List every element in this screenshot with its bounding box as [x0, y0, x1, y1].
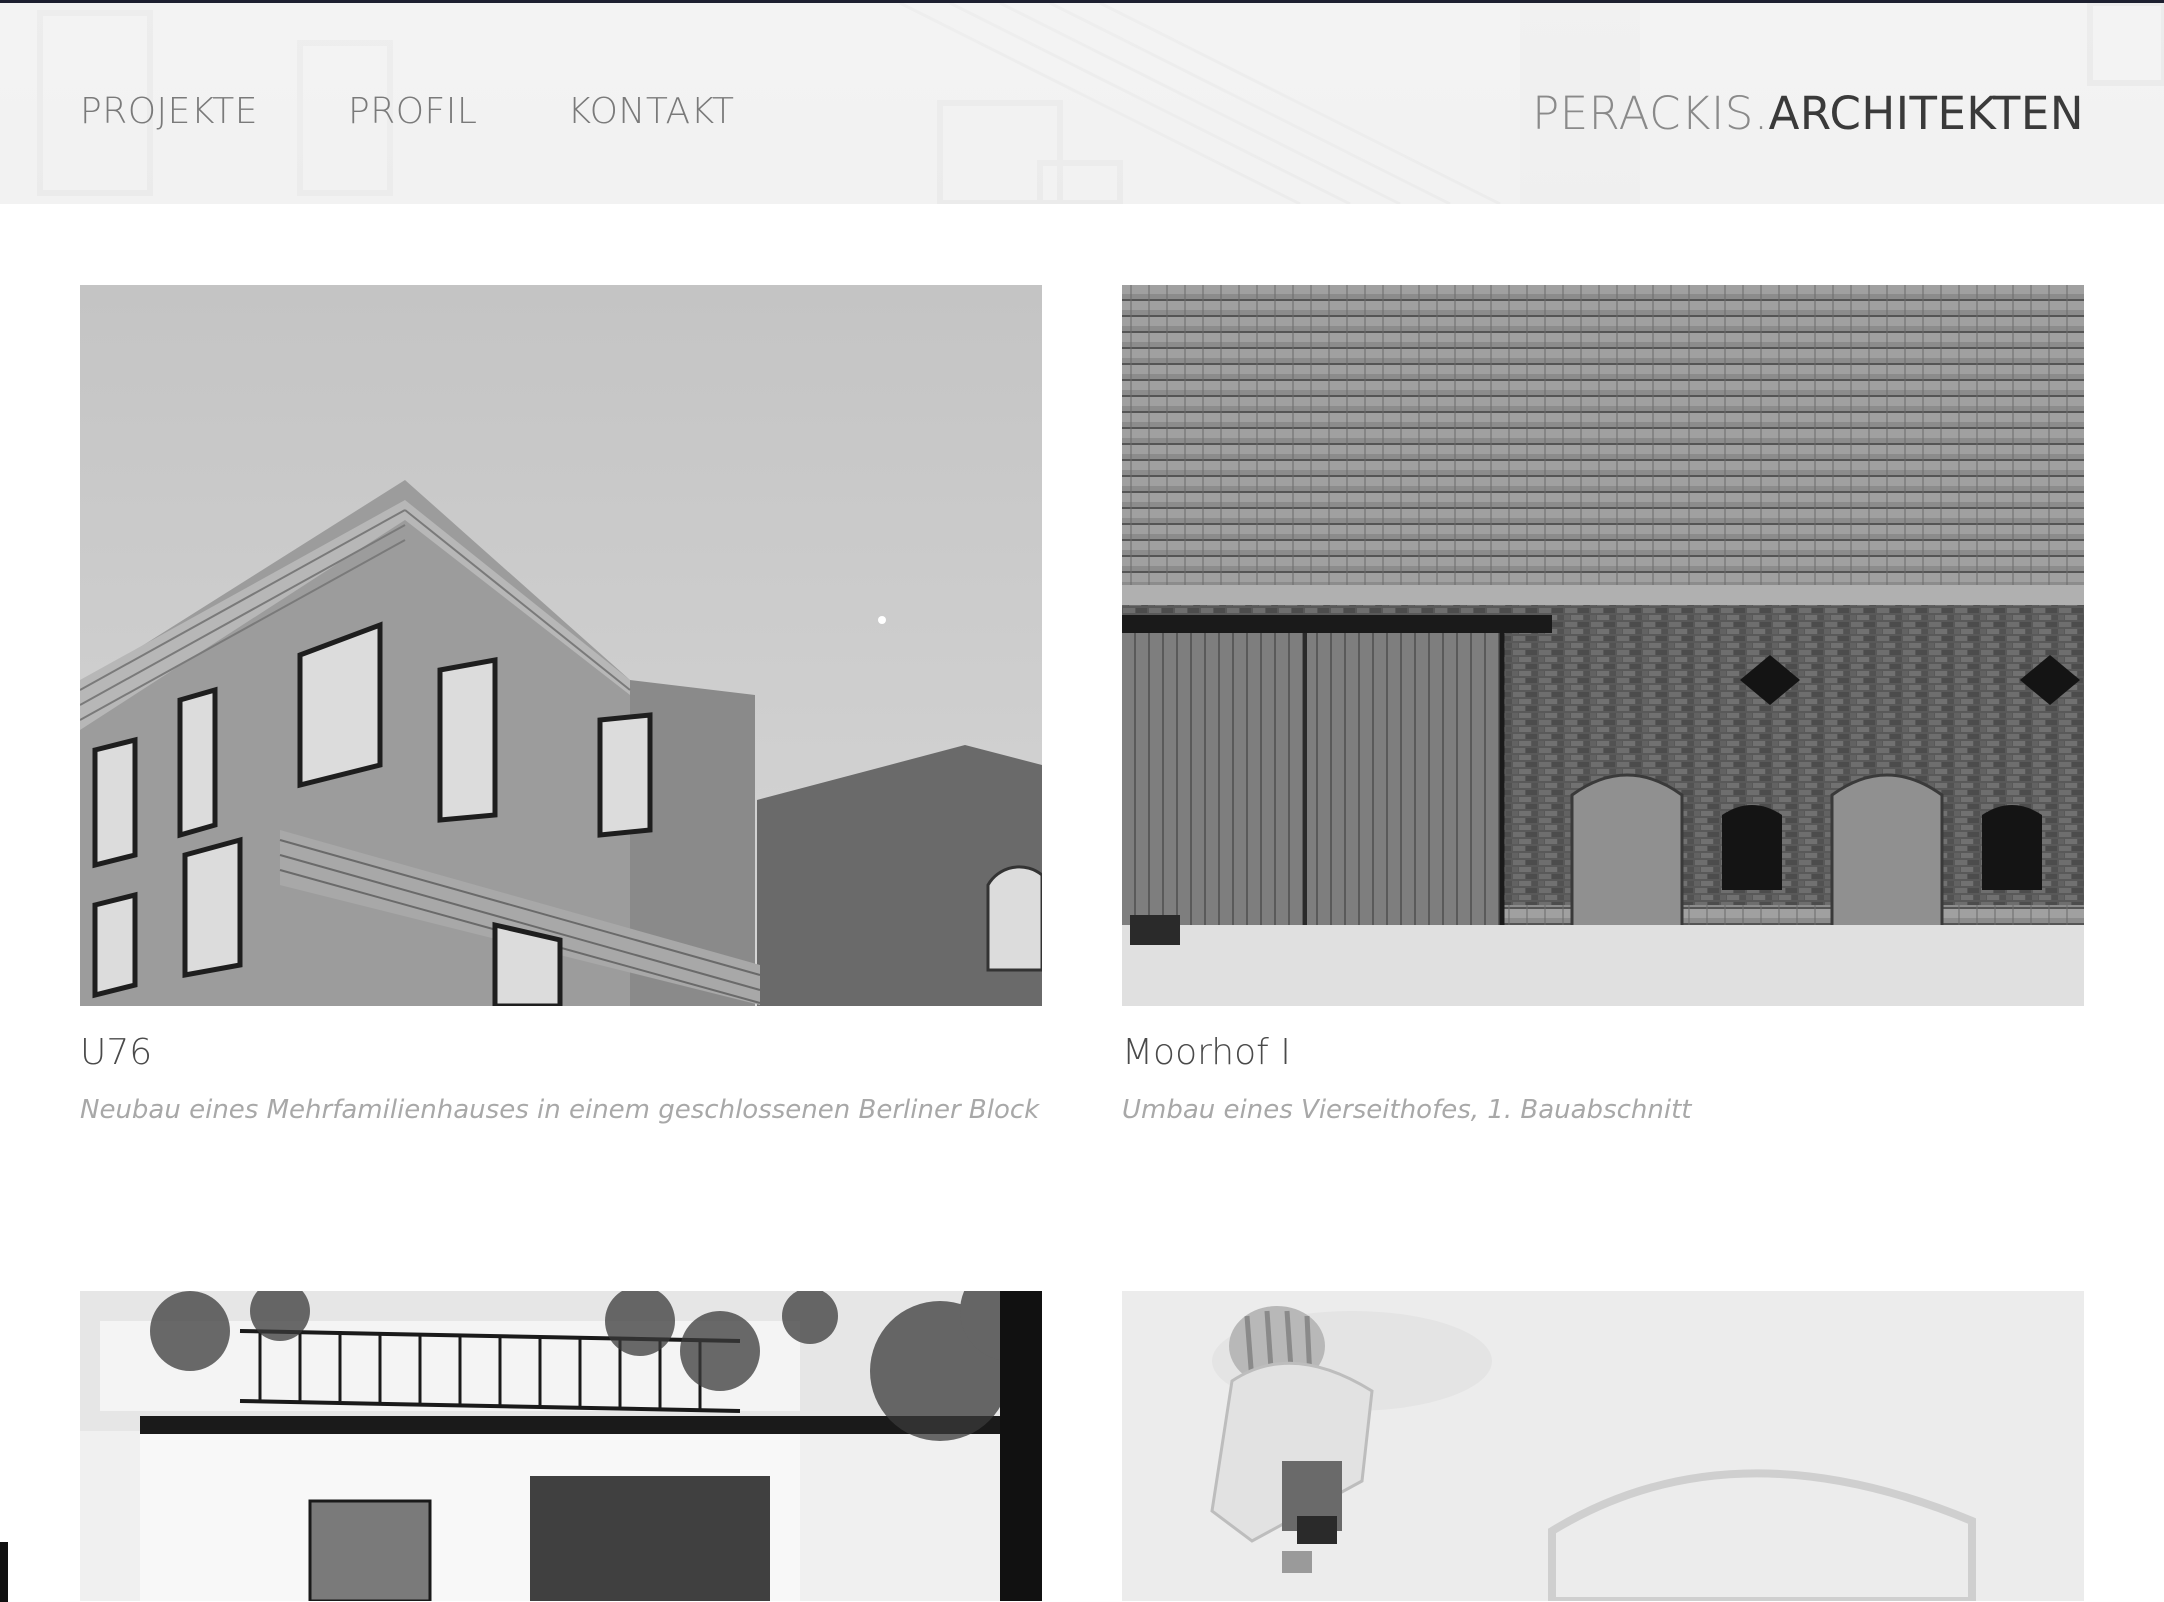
project-card-4: [1122, 1291, 2084, 1601]
brand-logo-light: PERACKIS.: [1532, 87, 1769, 140]
corner-shadow: [0, 1542, 8, 1602]
nav-item-kontakt[interactable]: KONTAKT: [567, 91, 734, 132]
main-nav: PROJEKTE PROFIL KONTAKT: [80, 91, 734, 132]
project-image-3[interactable]: [80, 1291, 1042, 1601]
nav-item-projekte[interactable]: PROJEKTE: [80, 91, 258, 132]
project-image-moorhof-i[interactable]: [1122, 285, 2084, 1006]
brand-logo-dark: ARCHITEKTEN: [1768, 87, 2084, 140]
project-card-3: [80, 1291, 1042, 1601]
project-image-4[interactable]: [1122, 1291, 2084, 1601]
project-image-u76[interactable]: [80, 285, 1042, 1006]
nav-item-profil[interactable]: PROFIL: [348, 91, 477, 132]
site-header: PROJEKTE PROFIL KONTAKT PERACKIS.ARCHITE…: [0, 3, 2164, 204]
project-card-u76: U76 Neubau eines Mehrfamilienhauses in e…: [80, 285, 1042, 1125]
project-description: Neubau eines Mehrfamilienhauses in einem…: [80, 1095, 1040, 1125]
project-title[interactable]: Moorhof I: [1122, 1032, 2084, 1073]
page: PROJEKTE PROFIL KONTAKT PERACKIS.ARCHITE…: [0, 0, 2164, 1602]
project-title[interactable]: U76: [80, 1032, 1042, 1073]
brand-logo[interactable]: PERACKIS.ARCHITEKTEN: [1532, 87, 2084, 140]
project-description: Umbau eines Vierseithofes, 1. Bauabschni…: [1122, 1095, 1692, 1125]
project-card-moorhof-i: Moorhof I Umbau eines Vierseithofes, 1. …: [1122, 285, 2084, 1125]
